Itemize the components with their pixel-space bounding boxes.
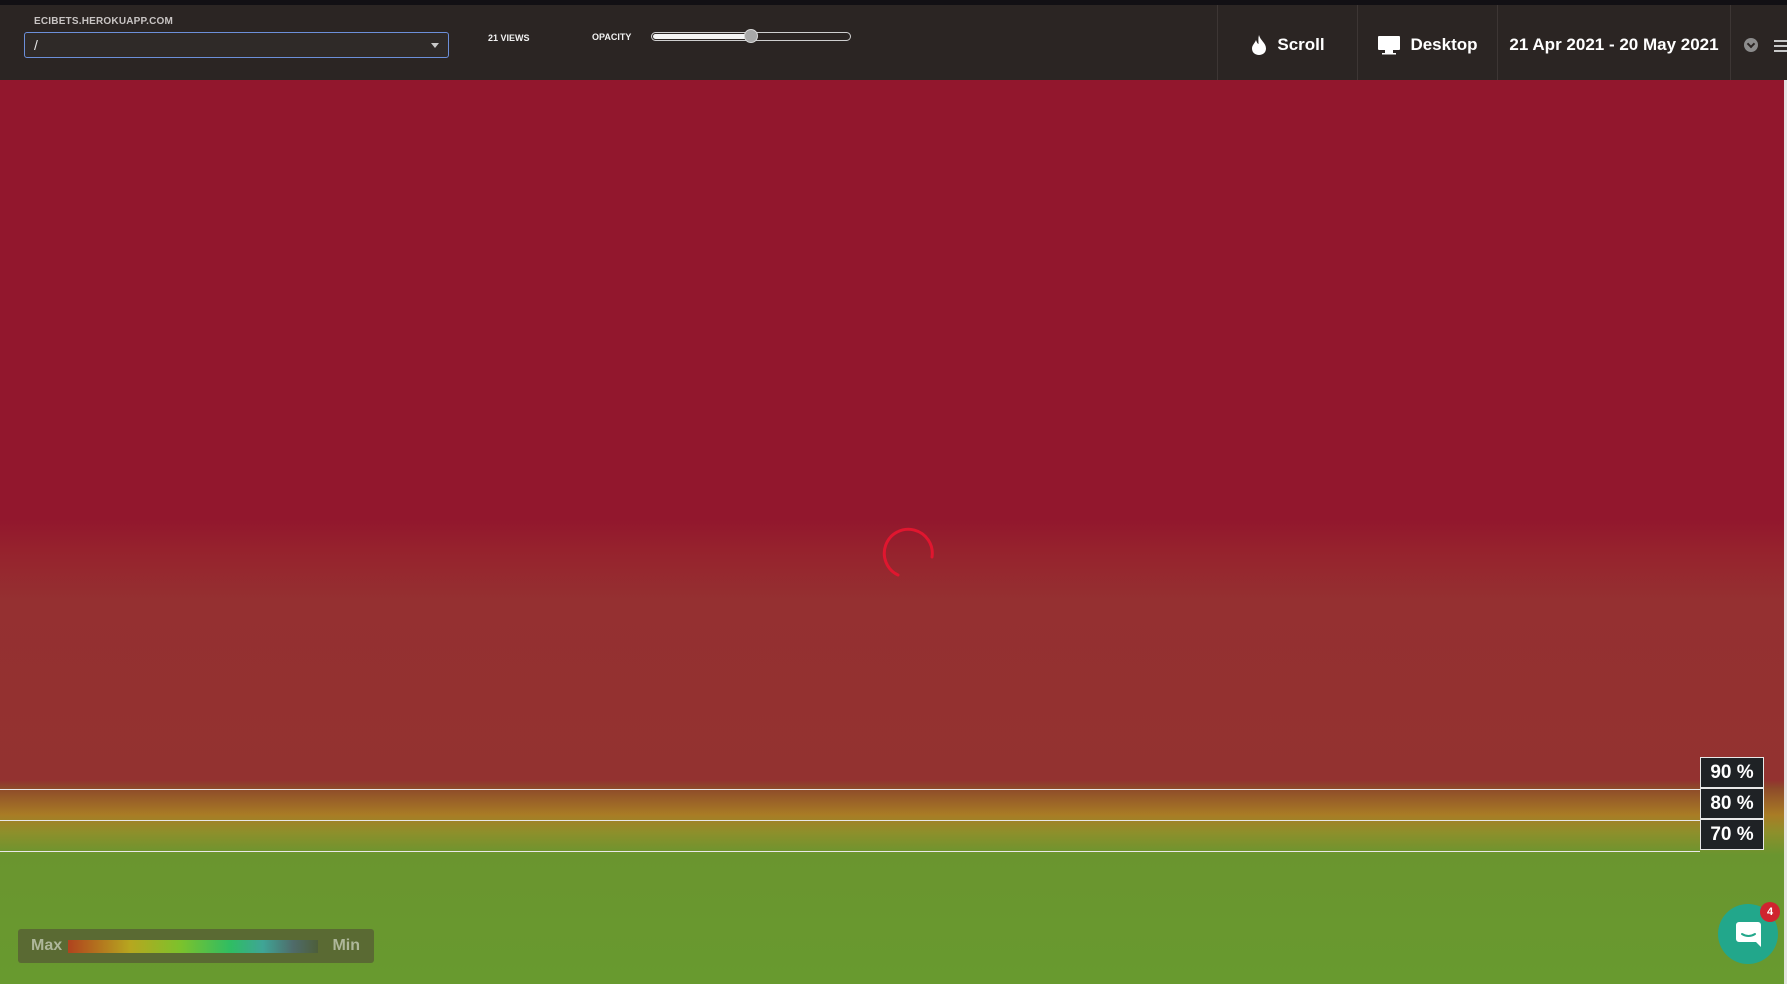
heatmap-type-button[interactable]: Scroll bbox=[1217, 5, 1357, 85]
chat-icon bbox=[1736, 922, 1761, 947]
fold-line-90 bbox=[0, 789, 1700, 790]
page-select-value: / bbox=[34, 37, 38, 53]
date-range-label: 21 Apr 2021 - 20 May 2021 bbox=[1509, 35, 1719, 54]
desktop-icon bbox=[1378, 36, 1401, 55]
opacity-slider-thumb[interactable] bbox=[744, 29, 758, 43]
chevron-down-icon bbox=[431, 43, 439, 48]
device-label: Desktop bbox=[1410, 35, 1478, 54]
legend-max-label: Max bbox=[31, 937, 63, 954]
chevron-down-circle-icon[interactable] bbox=[1744, 38, 1758, 52]
heatmap-toolbar: ECIBETS.HEROKUAPP.COM / 21 VIEWS OPACITY… bbox=[0, 0, 1787, 85]
chat-unread-badge: 4 bbox=[1760, 902, 1780, 922]
site-label: ECIBETS.HEROKUAPP.COM bbox=[34, 16, 174, 27]
menu-icon[interactable] bbox=[1774, 40, 1787, 55]
opacity-slider-fill bbox=[653, 34, 751, 39]
fold-line-80 bbox=[0, 820, 1700, 821]
page-select[interactable]: / bbox=[24, 32, 449, 58]
heatmap-type-label: Scroll bbox=[1277, 35, 1325, 54]
legend-min-label: Min bbox=[332, 937, 360, 954]
views-count: 21 VIEWS bbox=[488, 33, 530, 43]
more-options-button[interactable] bbox=[1730, 5, 1787, 85]
heatmap-legend: Max Min bbox=[18, 929, 374, 963]
fold-tag-80: 80 % bbox=[1700, 788, 1764, 819]
flame-icon bbox=[1252, 35, 1267, 55]
fold-line-70 bbox=[0, 851, 1700, 852]
loading-spinner-icon bbox=[882, 527, 934, 577]
fold-tag-90: 90 % bbox=[1700, 757, 1764, 788]
device-button[interactable]: Desktop bbox=[1357, 5, 1497, 85]
fold-tag-70: 70 % bbox=[1700, 819, 1764, 850]
opacity-label: OPACITY bbox=[592, 32, 632, 42]
legend-gradient-bar bbox=[68, 940, 318, 953]
date-range-button[interactable]: 21 Apr 2021 - 20 May 2021 bbox=[1497, 5, 1730, 85]
opacity-slider[interactable] bbox=[651, 29, 851, 43]
